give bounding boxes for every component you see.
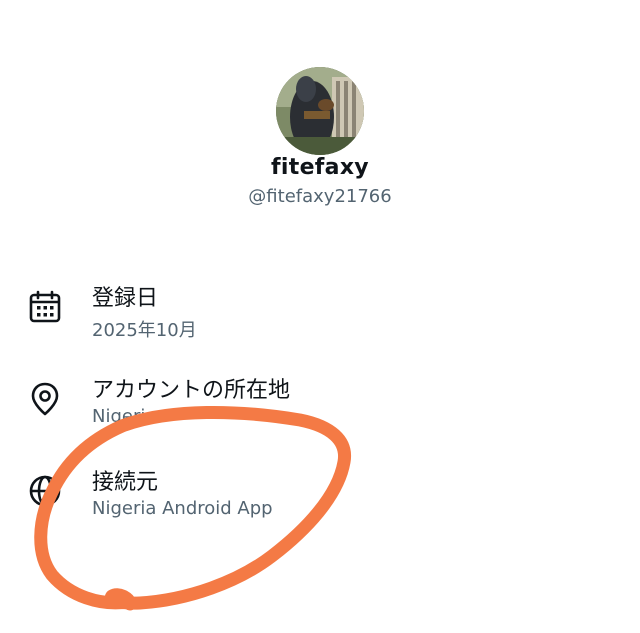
- joined-value: 2025年10月: [92, 320, 197, 341]
- location-pin-icon: [28, 382, 62, 416]
- account-location-row: アカウントの所在地 Nigeria: [0, 372, 640, 452]
- avatar[interactable]: [276, 67, 364, 155]
- display-name: fitefaxy: [271, 155, 369, 180]
- joined-date-row: 登録日 2025年10月: [0, 280, 640, 360]
- connected-via-row: 接続元 Nigeria Android App: [0, 464, 640, 544]
- globe-icon: [28, 474, 62, 508]
- connected-via-label: 接続元: [92, 470, 159, 495]
- connected-via-value: Nigeria Android App: [92, 498, 273, 519]
- location-label: アカウントの所在地: [92, 378, 291, 403]
- location-value: Nigeria: [92, 406, 157, 427]
- joined-label: 登録日: [92, 286, 159, 311]
- username-handle: @fitefaxy21766: [248, 186, 392, 207]
- calendar-icon: [28, 290, 62, 324]
